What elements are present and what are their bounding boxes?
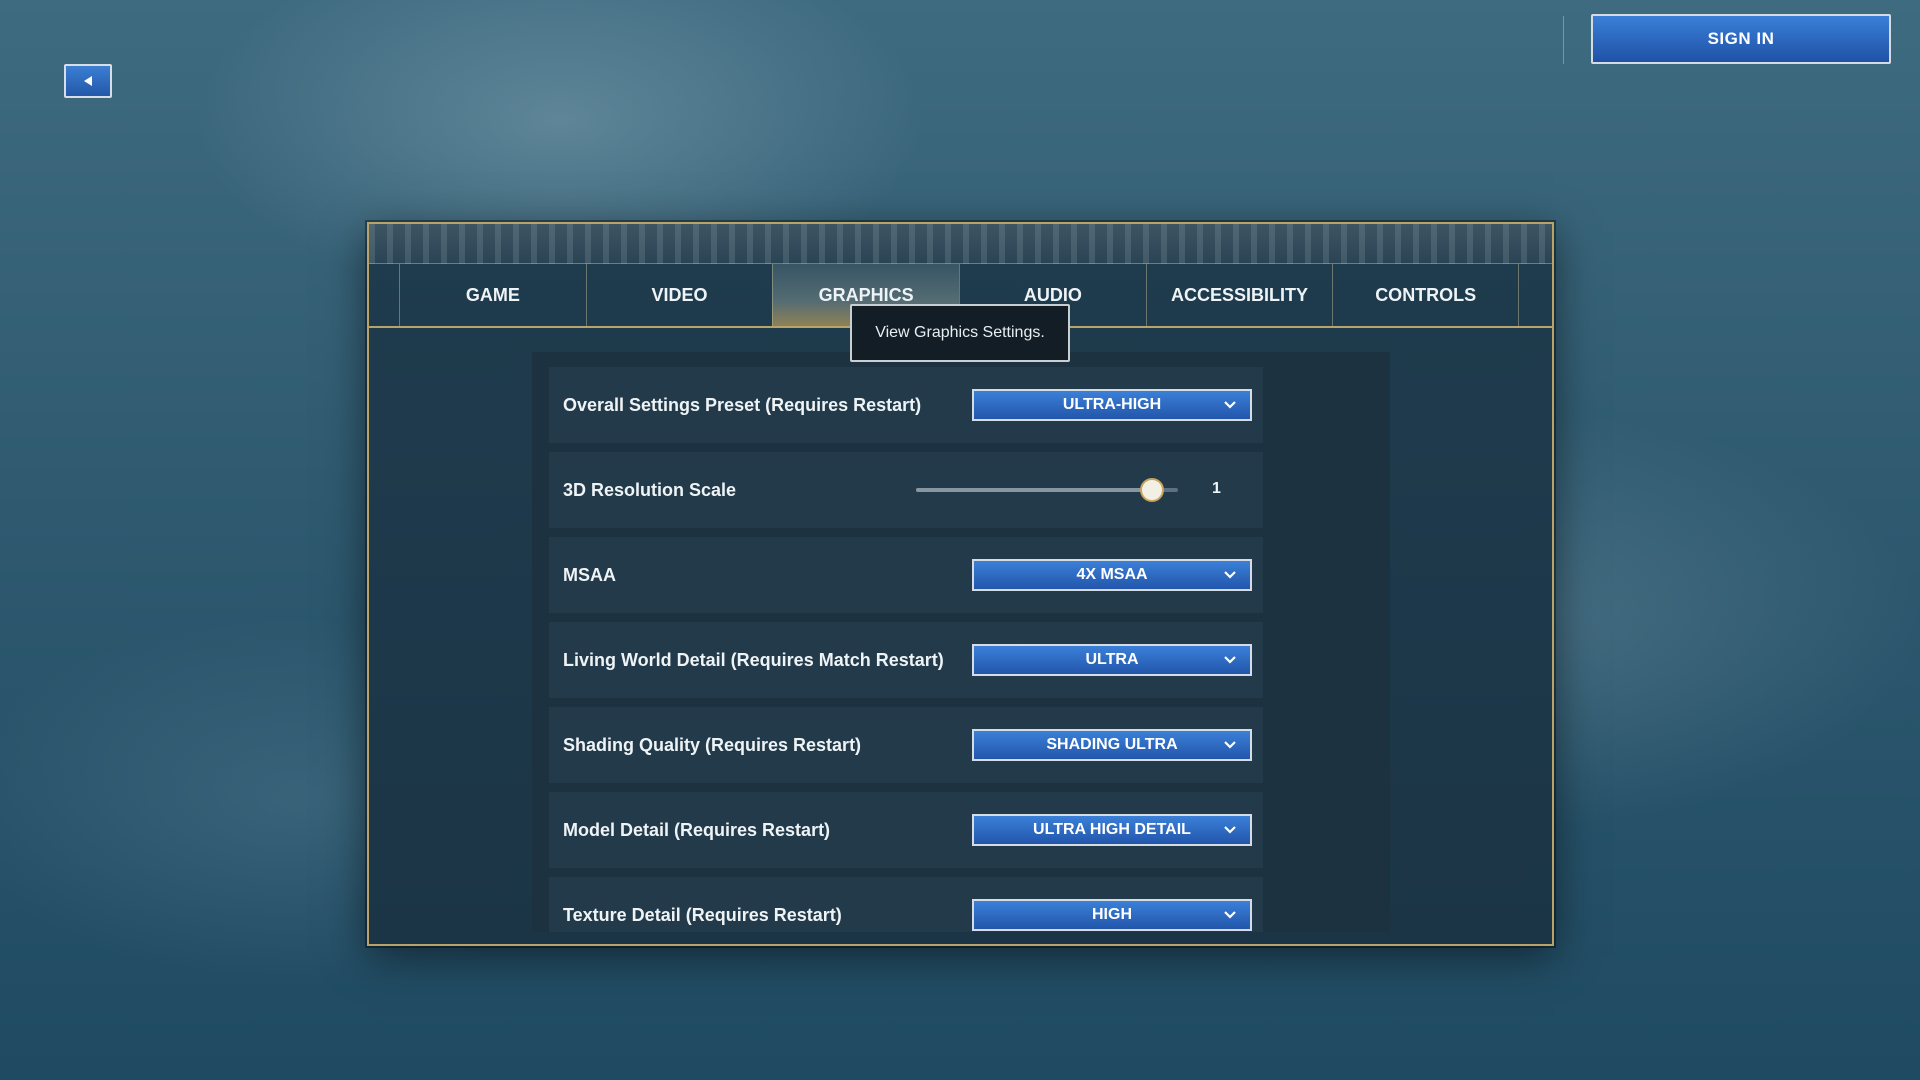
setting-label: Model Detail (Requires Restart) [563, 819, 831, 840]
settings-list: Overall Settings Preset (Requires Restar… [532, 352, 1390, 932]
slider-handle[interactable] [1139, 478, 1164, 502]
overall-preset-dropdown[interactable]: ULTRA-HIGH [972, 389, 1252, 421]
chevron-down-icon [1224, 741, 1236, 749]
chevron-down-icon [1224, 826, 1236, 834]
slider-fill [916, 488, 1152, 492]
chevron-down-icon [1224, 911, 1236, 919]
top-divider [1563, 16, 1564, 64]
settings-window: GAME VIDEO GRAPHICS AUDIO ACCESSIBILITY … [367, 222, 1554, 946]
setting-row-shading: Shading Quality (Requires Restart) SHADI… [549, 707, 1263, 783]
resolution-scale-slider[interactable] [916, 478, 1178, 502]
chevron-down-icon [1224, 401, 1236, 409]
chevron-down-icon [1224, 656, 1236, 664]
model-detail-dropdown[interactable]: ULTRA HIGH DETAIL [972, 814, 1252, 846]
setting-label: Texture Detail (Requires Restart) [563, 904, 842, 925]
back-arrow-icon [84, 76, 92, 86]
tab-accessibility[interactable]: ACCESSIBILITY [1145, 264, 1333, 326]
dropdown-value: SHADING ULTRA [1046, 736, 1178, 753]
setting-row-resolution-scale: 3D Resolution Scale 1 [549, 452, 1263, 528]
setting-label: 3D Resolution Scale [563, 479, 737, 500]
tab-video[interactable]: VIDEO [585, 264, 773, 326]
back-button[interactable] [64, 64, 112, 98]
graphics-tab-tooltip: View Graphics Settings. [850, 304, 1070, 362]
tab-controls[interactable]: CONTROLS [1332, 264, 1520, 326]
dropdown-value: HIGH [1092, 906, 1132, 923]
shading-quality-dropdown[interactable]: SHADING ULTRA [972, 729, 1252, 761]
dropdown-value: ULTRA-HIGH [1062, 396, 1162, 413]
setting-row-msaa: MSAA 4X MSAA [549, 537, 1263, 613]
setting-row-texture-detail: Texture Detail (Requires Restart) HIGH [549, 877, 1263, 932]
sign-in-button[interactable]: SIGN IN [1591, 14, 1891, 64]
tab-game[interactable]: GAME [399, 264, 586, 326]
setting-label: Shading Quality (Requires Restart) [563, 734, 862, 755]
setting-row-living-world: Living World Detail (Requires Match Rest… [549, 622, 1263, 698]
living-world-dropdown[interactable]: ULTRA [972, 644, 1252, 676]
slider-value: 1 [1212, 480, 1221, 497]
setting-label: Living World Detail (Requires Match Rest… [563, 649, 944, 670]
dropdown-value: 4X MSAA [1076, 566, 1148, 583]
ornamental-border [369, 224, 1552, 264]
setting-label: Overall Settings Preset (Requires Restar… [563, 394, 922, 415]
setting-label: MSAA [563, 564, 616, 585]
texture-detail-dropdown[interactable]: HIGH [972, 899, 1252, 931]
msaa-dropdown[interactable]: 4X MSAA [972, 559, 1252, 591]
chevron-down-icon [1224, 571, 1236, 579]
dropdown-value: ULTRA [1085, 651, 1139, 668]
setting-row-overall-preset: Overall Settings Preset (Requires Restar… [549, 367, 1263, 443]
setting-row-model-detail: Model Detail (Requires Restart) ULTRA HI… [549, 792, 1263, 868]
dropdown-value: ULTRA HIGH DETAIL [1033, 821, 1191, 838]
